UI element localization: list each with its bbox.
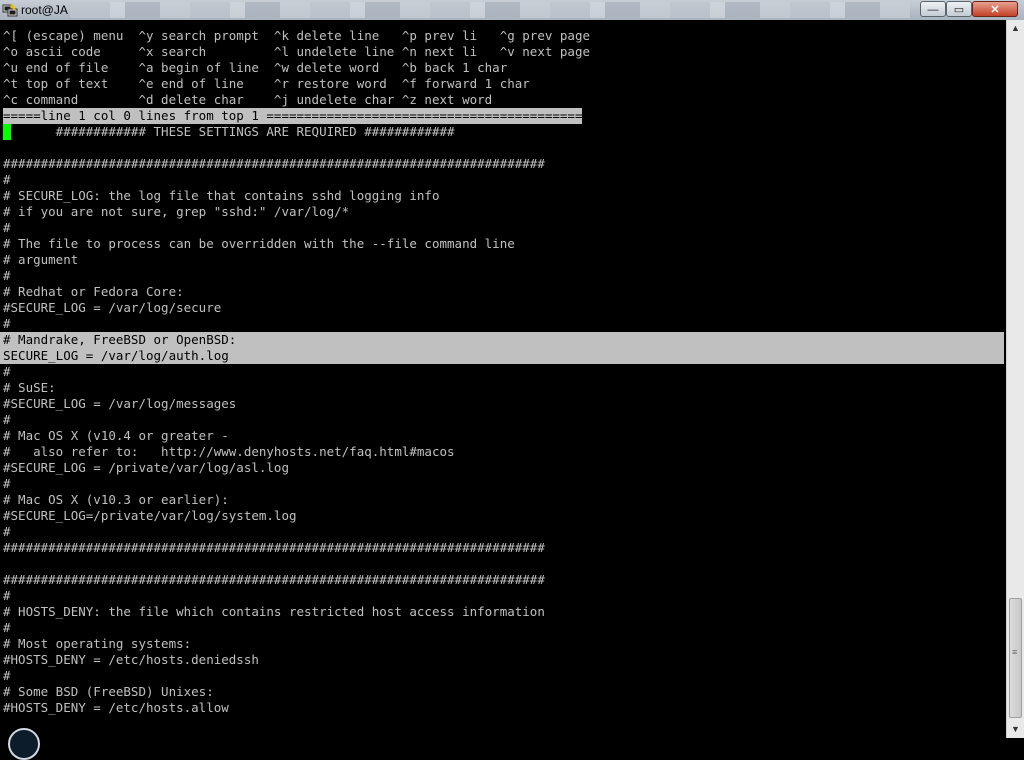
terminal-line: ^u end of file ^a begin of line ^w delet…	[3, 60, 508, 75]
terminal-line: ^c command ^d delete char ^j undelete ch…	[3, 92, 493, 107]
putty-icon[interactable]	[2, 2, 18, 18]
terminal-line: # argument	[3, 252, 79, 267]
terminal-line: # HOSTS_DENY: the file which contains re…	[3, 604, 545, 619]
close-icon: ✕	[990, 4, 1000, 16]
terminal-line: # The file to process can be overridden …	[3, 236, 515, 251]
terminal-line: # Mac OS X (v10.3 or earlier):	[3, 492, 229, 507]
terminal-line: #	[3, 620, 11, 635]
terminal-line: ########################################…	[3, 156, 545, 171]
maximize-button[interactable]: ▭	[946, 1, 972, 17]
window-titlebar[interactable]: root@JA — ▭ ✕	[0, 0, 1024, 20]
terminal-line: #	[3, 524, 11, 539]
arrow-up-icon: ▲	[1011, 23, 1020, 33]
scroll-down-button[interactable]: ▼	[1007, 721, 1024, 738]
editor-status-line: =====line 1 col 0 lines from top 1 =====…	[3, 108, 583, 124]
terminal-line: #SECURE_LOG = /private/var/log/asl.log	[3, 460, 289, 475]
terminal-line: ########################################…	[3, 572, 545, 587]
scroll-up-button[interactable]: ▲	[1007, 20, 1024, 37]
terminal-line: #	[3, 220, 11, 235]
arrow-down-icon: ▼	[1011, 724, 1020, 734]
terminal-line: #	[3, 364, 11, 379]
terminal-line: # SuSE:	[3, 380, 56, 395]
terminal-line: SECURE_LOG = /var/log/auth.log	[3, 348, 229, 363]
close-button[interactable]: ✕	[972, 1, 1018, 17]
terminal-line: #	[3, 412, 11, 427]
minimize-icon: —	[927, 4, 939, 16]
terminal-line: ^[ (escape) menu ^y search prompt ^k del…	[3, 28, 590, 43]
terminal-line: #HOSTS_DENY = /etc/hosts.allow	[3, 700, 229, 715]
titlebar-background-tabs	[70, 2, 910, 18]
terminal-line: ^t top of text ^e end of line ^r restore…	[3, 76, 530, 91]
terminal-line: #SECURE_LOG = /var/log/messages	[3, 396, 237, 411]
terminal-line: # Mandrake, FreeBSD or OpenBSD:	[3, 332, 237, 347]
terminal-line: # if you are not sure, grep "sshd:" /var…	[3, 204, 350, 219]
terminal-line: # Most operating systems:	[3, 636, 192, 651]
terminal-line: # also refer to: http://www.denyhosts.ne…	[3, 444, 455, 459]
terminal-area[interactable]: ^[ (escape) menu ^y search prompt ^k del…	[0, 20, 1006, 738]
minimize-button[interactable]: —	[920, 1, 946, 17]
terminal-line: # SECURE_LOG: the log file that contains…	[3, 188, 440, 203]
grip-icon: ≡	[1012, 647, 1018, 657]
scroll-thumb[interactable]: ≡	[1009, 598, 1022, 718]
terminal-line: ########################################…	[3, 540, 545, 555]
terminal-line: #	[3, 668, 11, 683]
maximize-icon: ▭	[953, 4, 965, 16]
start-orb[interactable]	[8, 728, 40, 760]
terminal-line: #SECURE_LOG = /var/log/secure	[3, 300, 222, 315]
terminal-line: #	[3, 172, 11, 187]
terminal-line: #	[3, 316, 11, 331]
terminal-line: #	[3, 476, 11, 491]
terminal-line: #SECURE_LOG=/private/var/log/system.log	[3, 508, 297, 523]
vertical-scrollbar[interactable]: ▲ ≡ ▼	[1006, 20, 1024, 738]
terminal-line: #	[3, 268, 11, 283]
terminal-line: ^o ascii code ^x search ^l undelete line…	[3, 44, 590, 59]
terminal-line: # Some BSD (FreeBSD) Unixes:	[3, 684, 214, 699]
text-cursor	[3, 124, 11, 140]
window-title: root@JA	[21, 3, 68, 17]
terminal-line: # Mac OS X (v10.4 or greater -	[3, 428, 229, 443]
terminal-line: #HOSTS_DENY = /etc/hosts.deniedssh	[3, 652, 259, 667]
terminal-line: #	[3, 588, 11, 603]
terminal-line: ############ THESE SETTINGS ARE REQUIRED…	[3, 124, 455, 139]
terminal-line: # Redhat or Fedora Core:	[3, 284, 184, 299]
